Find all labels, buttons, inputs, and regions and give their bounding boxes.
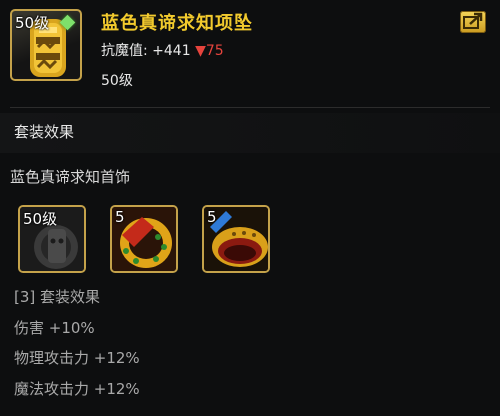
- set-effect-title: 套装效果: [14, 123, 75, 141]
- item-tooltip-panel: 50级 蓝色真谛求知项坠 抗魔值: +441 ▼75 50级 套装效果 蓝色真谛…: [0, 0, 500, 416]
- stat-decrease: ▼75: [195, 43, 224, 59]
- required-level: 50级: [101, 73, 133, 89]
- divider: [10, 107, 490, 108]
- set-piece-2[interactable]: 5: [110, 205, 178, 273]
- set-bonus-damage: 伤害 +10%: [14, 319, 95, 337]
- share-arrow-icon: [463, 12, 483, 29]
- set-piece-level-badge: 5: [207, 208, 217, 226]
- item-level-badge: 50级: [15, 14, 50, 32]
- section-header-bg: [0, 113, 500, 153]
- stat-value: +441: [152, 43, 191, 59]
- set-bonus-physical-attack: 物理攻击力 +12%: [14, 349, 140, 367]
- stat-label: 抗魔值:: [101, 43, 148, 59]
- stat-line: 抗魔值: +441 ▼75: [101, 40, 224, 60]
- set-name: 蓝色真谛求知首饰: [10, 168, 131, 186]
- set-bonus-header: [3] 套装效果: [14, 288, 101, 306]
- set-piece-3[interactable]: 5: [202, 205, 270, 273]
- set-piece-1[interactable]: 50级: [18, 205, 86, 273]
- item-name: 蓝色真谛求知项坠: [101, 13, 253, 34]
- item-icon-slot[interactable]: 50级: [10, 9, 82, 81]
- set-piece-level-badge: 5: [115, 208, 125, 226]
- set-bonus-magic-attack: 魔法攻击力 +12%: [14, 380, 140, 398]
- share-button[interactable]: [460, 11, 486, 33]
- set-piece-level-badge: 50级: [23, 210, 58, 228]
